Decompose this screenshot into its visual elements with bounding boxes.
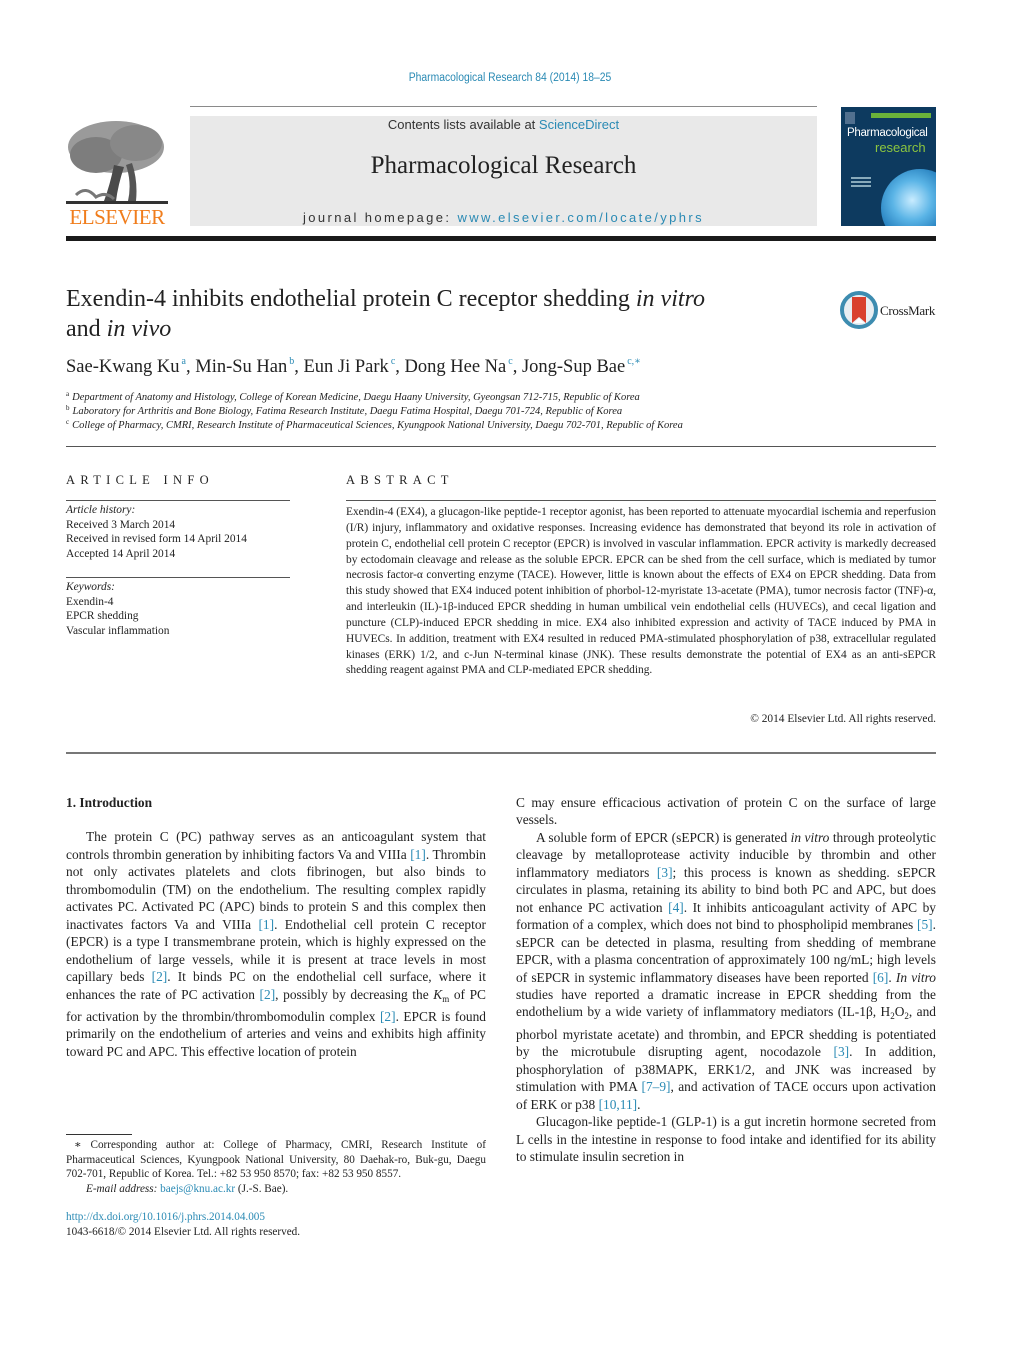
affiliation-mark: a xyxy=(66,390,70,398)
keyword: Exendin-4 xyxy=(66,595,114,608)
body-column-left: 1. Introduction The protein C (PC) pathw… xyxy=(66,794,486,1060)
affiliation: a Department of Anatomy and Histology, Co… xyxy=(66,390,936,403)
reference-link[interactable]: [3] xyxy=(657,865,673,880)
reference-link[interactable]: [3] xyxy=(834,1044,850,1059)
doi-link[interactable]: http://dx.doi.org/10.1016/j.phrs.2014.04… xyxy=(66,1211,265,1223)
reference-link[interactable]: [2] xyxy=(152,969,168,984)
contents-line: Contents lists available at ScienceDirec… xyxy=(190,117,817,132)
crossmark-label[interactable]: CrossMark xyxy=(880,303,935,319)
sciencedirect-link[interactable]: ScienceDirect xyxy=(539,117,619,132)
journal-citation-link[interactable]: Pharmacological Research 84 (2014) 18–25 xyxy=(51,72,969,84)
section-heading: 1. Introduction xyxy=(66,795,153,810)
reference-link[interactable]: [2] xyxy=(380,1009,396,1024)
title-text-1: Exendin-4 inhibits endothelial protein C… xyxy=(66,286,636,312)
affiliation-mark: c xyxy=(66,418,70,426)
author[interactable]: Sae-Kwang Ku xyxy=(66,357,180,377)
cover-title-line2: research xyxy=(875,140,926,155)
cover-green-bar xyxy=(871,113,931,118)
header-top-rule xyxy=(190,106,817,107)
author[interactable]: Dong Hee Na xyxy=(405,357,507,377)
author-affiliation-mark[interactable]: c,∗ xyxy=(627,356,641,367)
received-date: Received 3 March 2014 xyxy=(66,518,176,531)
email-link[interactable]: baejs@knu.ac.kr xyxy=(160,1183,235,1195)
footnote-text: ∗ Corresponding author at: College of Ph… xyxy=(66,1139,486,1181)
affiliation: c College of Pharmacy, CMRI, Research Ins… xyxy=(66,418,936,431)
body-column-right: C may ensure efficacious activation of p… xyxy=(516,794,936,1166)
email-suffix: (J.-S. Bae). xyxy=(235,1182,289,1195)
abstract-text: Exendin-4 (EX4), a glucagon-like peptide… xyxy=(346,506,936,677)
homepage-prefix: journal homepage: xyxy=(302,210,458,225)
cover-publisher-emblem xyxy=(845,112,855,124)
author[interactable]: Jong-Sup Bae xyxy=(522,357,625,377)
elsevier-wordmark: ELSEVIER xyxy=(69,205,165,229)
cover-subtext xyxy=(851,177,871,179)
author-affiliation-mark[interactable]: a xyxy=(182,356,186,367)
email-label: E-mail address: xyxy=(86,1182,161,1195)
reference-link[interactable]: [5] xyxy=(917,917,933,932)
author-affiliation-mark[interactable]: b xyxy=(289,356,294,367)
footnote-email-line: E-mail address: baejs@knu.ac.kr (J.-S. B… xyxy=(66,1182,486,1197)
reference-link[interactable]: [2] xyxy=(260,987,276,1002)
affiliation-mark: b xyxy=(66,404,70,412)
keyword: Vascular inflammation xyxy=(66,625,170,638)
author-affiliation-mark[interactable]: c xyxy=(508,356,512,367)
contents-prefix: Contents lists available at xyxy=(387,117,539,132)
abstract-copyright: © 2014 Elsevier Ltd. All rights reserved… xyxy=(750,713,936,725)
keyword: EPCR shedding xyxy=(66,610,139,623)
reference-link[interactable]: [1] xyxy=(410,847,426,862)
reference-link[interactable]: [7–9] xyxy=(642,1079,671,1094)
divider xyxy=(66,446,936,447)
abstract-heading: ABSTRACT xyxy=(346,473,454,487)
paragraph: C may ensure efficacious activation of p… xyxy=(516,795,936,828)
reference-link[interactable]: [1] xyxy=(258,917,274,932)
title-italic-2: in vivo xyxy=(106,316,172,342)
affiliation: b Laboratory for Arthritis and Bone Biolo… xyxy=(66,404,936,417)
author[interactable]: Eun Ji Park xyxy=(304,357,389,377)
accepted-date: Accepted 14 April 2014 xyxy=(66,548,176,561)
header-thick-rule xyxy=(66,236,936,241)
cover-globe-graphic xyxy=(881,169,936,226)
reference-link[interactable]: [10,11] xyxy=(599,1097,638,1112)
journal-title: Pharmacological Research xyxy=(370,152,637,179)
paragraph: A soluble form of EPCR (sEPCR) is genera… xyxy=(516,829,936,1112)
divider xyxy=(346,500,936,501)
journal-homepage-line: journal homepage: www.elsevier.com/locat… xyxy=(190,210,817,225)
paragraph: The protein C (PC) pathway serves as an … xyxy=(66,829,486,1059)
journal-homepage-link[interactable]: www.elsevier.com/locate/yphrs xyxy=(457,210,704,225)
author-affiliation-mark[interactable]: c xyxy=(391,356,395,367)
footnote-rule xyxy=(66,1134,132,1135)
journal-cover-image[interactable]: Pharmacological research xyxy=(841,107,936,226)
divider xyxy=(66,500,290,501)
author[interactable]: Min-Su Han xyxy=(195,357,287,377)
author-list: Sae-Kwang Ku a, Min-Su Han b, Eun Ji Park c… xyxy=(66,356,641,377)
affiliation-text: Laboratory for Arthritis and Bone Biolog… xyxy=(72,406,623,417)
reference-link[interactable]: [6] xyxy=(873,970,889,985)
divider xyxy=(66,752,936,754)
title-text-2: and xyxy=(66,316,107,342)
reference-link[interactable]: [4] xyxy=(668,900,684,915)
history-label: Article history: xyxy=(66,504,136,516)
article-info-heading: ARTICLE INFO xyxy=(66,473,214,487)
issn-copyright: 1043-6618/© 2014 Elsevier Ltd. All right… xyxy=(66,1226,301,1238)
affiliation-text: College of Pharmacy, CMRI, Research Inst… xyxy=(72,420,683,431)
keywords-label: Keywords: xyxy=(66,581,115,593)
affiliation-text: Department of Anatomy and Histology, Col… xyxy=(72,392,640,403)
cover-title-line1: Pharmacological xyxy=(847,127,928,139)
keywords: Keywords: Exendin-4 EPCR shedding Vascul… xyxy=(66,580,296,639)
corresponding-author-footnote: ∗ Corresponding author at: College of Ph… xyxy=(66,1138,486,1196)
divider xyxy=(66,577,290,578)
revised-date: Received in revised form 14 April 2014 xyxy=(66,533,247,546)
title-italic-1: in vitro xyxy=(635,286,705,312)
article-history: Article history: Received 3 March 2014 R… xyxy=(66,503,296,562)
paragraph: Glucagon-like peptide-1 (GLP-1) is a gut… xyxy=(516,1114,936,1165)
article-title: Exendin-4 inhibits endothelial protein C… xyxy=(66,284,806,344)
